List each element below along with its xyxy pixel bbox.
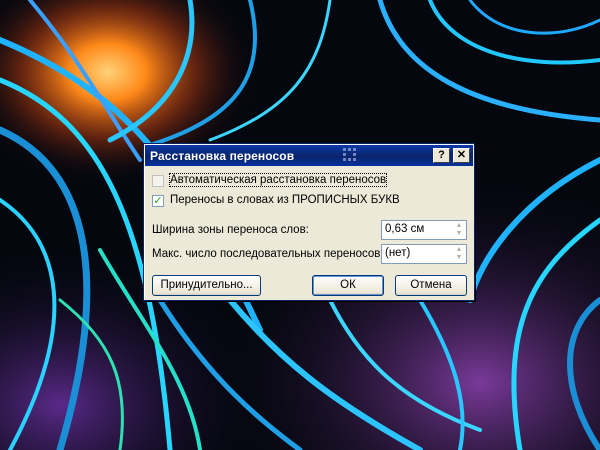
max-consecutive-value[interactable]: (нет) xyxy=(385,247,410,259)
max-consecutive-label: Макс. число последовательных переносов: xyxy=(152,248,384,260)
zone-width-arrows[interactable]: ▲ ▼ xyxy=(453,222,465,238)
hyphenate-caps-label[interactable]: Переносы в словах из ПРОПИСНЫХ БУКВ xyxy=(170,194,400,206)
max-consecutive-spinner[interactable]: (нет) ▲ ▼ xyxy=(381,244,467,264)
close-icon: ✕ xyxy=(456,149,467,161)
zone-width-label: Ширина зоны переноса слов: xyxy=(152,224,309,236)
manual-hyphenation-button[interactable]: Принудительно... xyxy=(152,275,261,296)
spin-down-icon[interactable]: ▼ xyxy=(453,254,465,262)
check-icon: ✓ xyxy=(153,195,163,207)
help-icon: ? xyxy=(438,149,445,161)
spin-up-icon[interactable]: ▲ xyxy=(453,246,465,254)
hyphenate-caps-box[interactable]: ✓ xyxy=(152,195,164,207)
close-button[interactable]: ✕ xyxy=(453,148,470,163)
spin-down-icon[interactable]: ▼ xyxy=(453,230,465,238)
zone-width-value[interactable]: 0,63 см xyxy=(385,223,424,235)
dialog-titlebar[interactable]: Расстановка переносов ? ✕ xyxy=(145,145,473,166)
max-consecutive-arrows[interactable]: ▲ ▼ xyxy=(453,246,465,262)
ok-button[interactable]: ОК xyxy=(312,275,384,296)
help-button[interactable]: ? xyxy=(433,148,450,163)
auto-hyphenation-box[interactable] xyxy=(152,175,164,187)
cancel-button[interactable]: Отмена xyxy=(395,275,467,296)
auto-hyphenation-label[interactable]: Автоматическая расстановка переносов xyxy=(168,173,388,187)
dialog-title: Расстановка переносов xyxy=(150,149,295,163)
spin-up-icon[interactable]: ▲ xyxy=(453,222,465,230)
titlebar-decoration-icon xyxy=(343,148,356,161)
hyphenation-dialog: Расстановка переносов ? ✕ Автоматическая… xyxy=(143,143,475,301)
zone-width-spinner[interactable]: 0,63 см ▲ ▼ xyxy=(381,220,467,240)
